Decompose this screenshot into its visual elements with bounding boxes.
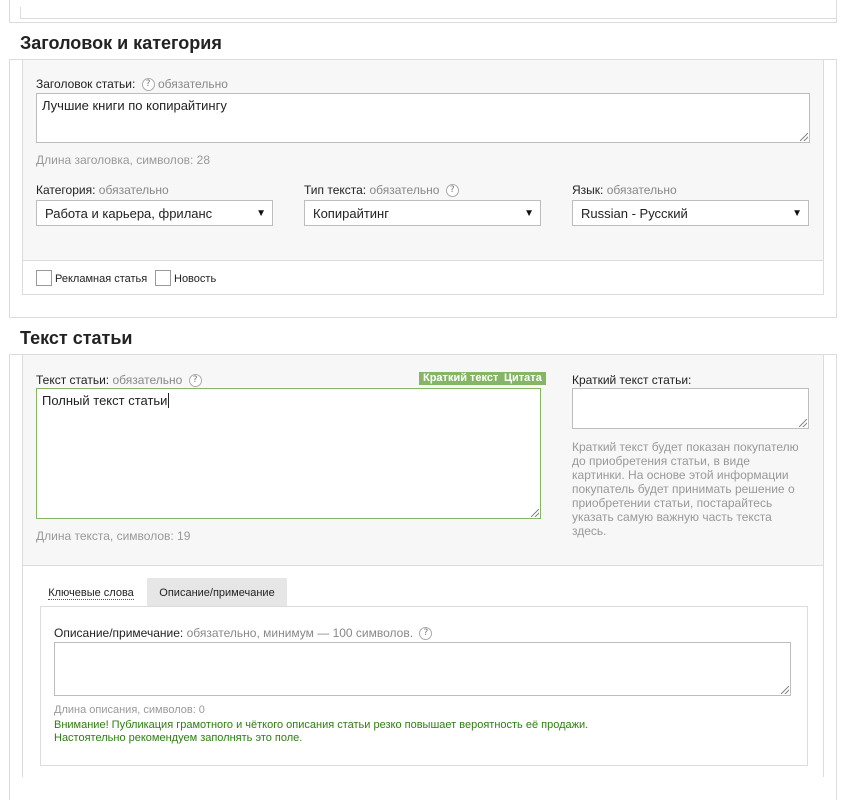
short-text-input[interactable]: [572, 388, 809, 429]
tab-description[interactable]: Описание/примечание: [147, 578, 287, 606]
help-icon[interactable]: ?: [419, 627, 433, 641]
required-hint: обязательно: [158, 77, 228, 91]
short-text-tag-button[interactable]: Краткий текст: [419, 372, 503, 385]
help-icon[interactable]: ?: [188, 374, 202, 388]
section-title: Заголовок и категория: [20, 33, 222, 53]
text-type-select[interactable]: Копирайтинг ▼: [304, 200, 541, 226]
resize-handle-icon[interactable]: [799, 419, 807, 427]
resize-handle-icon[interactable]: [781, 686, 789, 694]
article-title-input[interactable]: Лучшие книги по копирайтингу: [36, 93, 810, 143]
description-label: Описание/примечание: обязательно, миниму…: [54, 626, 433, 641]
category-label: Категория: обязательно: [36, 183, 169, 197]
news-checkbox[interactable]: [155, 270, 171, 286]
resize-handle-icon[interactable]: [531, 509, 539, 517]
tab-keywords[interactable]: Ключевые слова: [41, 578, 141, 606]
short-text-hint: Краткий текст будет показан покупателю д…: [572, 440, 799, 538]
news-label: Новость: [174, 273, 217, 285]
description-warning: Внимание! Публикация грамотного и чётког…: [54, 719, 589, 731]
description-length-counter: Длина описания, символов: 0: [54, 704, 205, 716]
text-cursor: [168, 393, 170, 408]
section-title: Текст статьи: [20, 328, 133, 348]
article-title-label: Заголовок статьи: ? обязательно: [36, 77, 228, 92]
ad-article-checkbox[interactable]: [36, 270, 52, 286]
chevron-down-icon: ▼: [256, 208, 266, 219]
chevron-down-icon: ▼: [524, 208, 534, 219]
description-input[interactable]: [54, 642, 791, 696]
help-icon[interactable]: ?: [445, 184, 459, 198]
text-length-counter: Длина текста, символов: 19: [36, 529, 191, 543]
category-select[interactable]: Работа и карьера, фриланс ▼: [36, 200, 273, 226]
resize-handle-icon[interactable]: [800, 133, 808, 141]
section-header-title-category: Заголовок и категория: [9, 22, 837, 60]
description-recommendation: Настоятельно рекомендуем заполнять это п…: [54, 732, 303, 744]
text-type-label: Тип текста: обязательно ?: [304, 183, 459, 198]
article-text-input[interactable]: Полный текст статьи: [36, 388, 541, 519]
top-bar: [20, 7, 837, 19]
language-label: Язык: обязательно: [572, 183, 677, 197]
chevron-down-icon: ▼: [792, 208, 802, 219]
title-length-counter: Длина заголовка, символов: 28: [36, 153, 211, 167]
short-text-label: Краткий текст статьи:: [572, 373, 692, 387]
article-text-label: Текст статьи: обязательно ?: [36, 373, 202, 388]
language-select[interactable]: Russian - Русский ▼: [572, 200, 809, 226]
help-icon[interactable]: ?: [141, 78, 155, 92]
section-header-article-text: Текст статьи: [9, 317, 837, 355]
ad-article-label: Рекламная статья: [55, 273, 148, 285]
quote-tag-button[interactable]: Цитата: [500, 372, 546, 385]
